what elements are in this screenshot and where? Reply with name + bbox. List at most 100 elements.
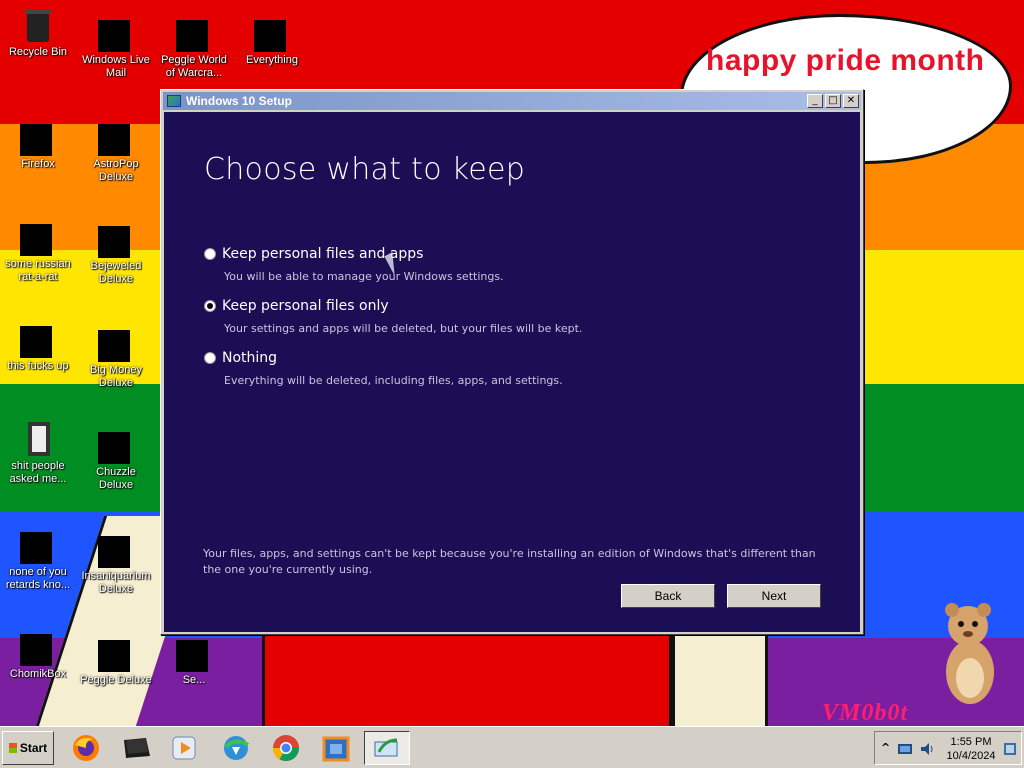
desktop-icon-peggle-world[interactable]: Peggle World of Warcra... <box>156 14 232 80</box>
desktop-icon-this-fucks-up[interactable]: this fucks up <box>0 320 76 373</box>
astropop-icon <box>98 118 134 156</box>
redaction-block <box>20 532 52 564</box>
tray-clock[interactable]: 1:55 PM 10/4/2024 <box>941 735 1001 763</box>
window-titlebar[interactable]: Windows 10 Setup _ □ ✕ <box>163 92 861 110</box>
app-icon <box>20 526 56 564</box>
redaction-block <box>98 640 130 672</box>
window-controls: _ □ ✕ <box>807 94 859 108</box>
windows-setup-icon <box>167 95 181 107</box>
volume-icon[interactable] <box>919 741 935 757</box>
desktop-icon-label: Insaniquarium Deluxe <box>81 570 151 595</box>
peggle-icon <box>176 14 212 52</box>
desktop-icon-astropop[interactable]: AstroPop Deluxe <box>78 118 154 184</box>
desktop-icon-none-of-you[interactable]: none of you retards kno... <box>0 526 76 592</box>
page-title: Choose what to keep <box>204 152 526 187</box>
hamster-image <box>945 603 994 704</box>
setup-content: Choose what to keep Keep personal files … <box>164 112 860 632</box>
radio-keep-files-only[interactable] <box>204 300 216 312</box>
radio-nothing[interactable] <box>204 352 216 364</box>
desktop-icon-label: Recycle Bin <box>8 46 68 58</box>
option-description: Everything will be deleted, including fi… <box>224 374 563 387</box>
desktop-icon-firefox[interactable]: Firefox <box>0 118 76 171</box>
desktop-icon-label: AstroPop Deluxe <box>93 158 139 183</box>
desktop-icon-label: Peggle World of Warcra... <box>161 54 227 79</box>
desktop-icon-windows-live-mail[interactable]: Windows Live Mail <box>78 14 154 80</box>
redaction-block <box>176 640 208 672</box>
show-desktop-icon[interactable] <box>1003 741 1017 757</box>
recycle-bin-icon <box>20 6 56 42</box>
app-icon <box>176 634 212 672</box>
firefox-icon <box>73 735 99 761</box>
desktop-icon-chuzzle[interactable]: Chuzzle Deluxe <box>78 426 154 492</box>
virtualbox-icon <box>322 736 350 762</box>
desktop-icon-bejeweled[interactable]: Bejeweled Deluxe <box>78 220 154 286</box>
taskbar-terminal[interactable] <box>116 731 156 765</box>
desktop-icon-label: Windows Live Mail <box>82 54 150 79</box>
next-button[interactable]: Next <box>727 584 821 608</box>
taskbar: Start ^ 1:55 PM 10/4/2024 <box>0 726 1024 768</box>
redaction-block <box>98 536 130 568</box>
peggle-icon <box>98 634 134 672</box>
money-bag-icon <box>98 324 134 362</box>
desktop-icon-insaniquarium[interactable]: Insaniquarium Deluxe <box>78 530 154 596</box>
windows-stack-icon <box>20 320 56 358</box>
network-icon[interactable] <box>897 742 913 756</box>
desktop-icon-chomikbox[interactable]: ChomikBox <box>0 628 76 681</box>
redaction-block <box>20 326 52 358</box>
drawn-shape-right <box>672 632 768 726</box>
maximize-button[interactable]: □ <box>825 94 841 108</box>
back-button[interactable]: Back <box>621 584 715 608</box>
taskbar-media-player[interactable] <box>164 731 204 765</box>
fish-icon <box>98 530 134 568</box>
terminal-icon <box>124 738 150 758</box>
desktop-icon-label: Everything <box>246 54 298 66</box>
desktop-icon-shit-people-asked[interactable]: shit people asked me... <box>0 420 76 486</box>
edition-warning-note: Your files, apps, and settings can't be … <box>203 547 816 576</box>
app-icon <box>20 218 56 256</box>
redaction-block <box>98 226 130 258</box>
window-title: Windows 10 Setup <box>186 94 292 108</box>
speech-bubble-text: happy pride month <box>706 44 985 77</box>
close-button[interactable]: ✕ <box>843 94 859 108</box>
redaction-block <box>254 20 286 52</box>
redaction-block <box>98 330 130 362</box>
desktop-icon-russian-rat[interactable]: some russian rat-a-rat <box>0 218 76 284</box>
windows-setup-icon <box>374 738 398 757</box>
redaction-block <box>98 432 130 464</box>
taskbar-virtualbox[interactable] <box>316 731 356 765</box>
desktop-icon-label: some russian rat-a-rat <box>5 258 71 283</box>
mail-icon <box>98 14 134 52</box>
chomikbox-icon <box>20 628 56 666</box>
desktop-icon-everything[interactable]: Everything <box>234 14 310 67</box>
desktop-icon-label: Chuzzle Deluxe <box>96 466 136 491</box>
minimize-button[interactable]: _ <box>807 94 823 108</box>
taskbar-chrome[interactable] <box>266 731 306 765</box>
taskbar-windows-setup[interactable] <box>364 731 410 765</box>
redaction-block <box>176 20 208 52</box>
system-tray: ^ 1:55 PM 10/4/2024 <box>874 731 1022 765</box>
desktop-icon-recycle-bin[interactable]: Recycle Bin <box>0 6 76 59</box>
watermark-text: VM0b0t <box>822 700 909 726</box>
taskbar-download-manager[interactable] <box>216 731 256 765</box>
start-button[interactable]: Start <box>2 731 54 765</box>
document-icon <box>20 420 56 456</box>
firefox-icon <box>20 118 56 156</box>
radio-keep-files-and-apps[interactable] <box>204 248 216 260</box>
redaction-block <box>20 124 52 156</box>
tray-expand-button[interactable]: ^ <box>881 741 890 754</box>
desktop-icon-label: Big Money Deluxe <box>90 364 142 389</box>
desktop-icon-se[interactable]: Se... <box>156 634 232 687</box>
chrome-icon <box>272 735 300 762</box>
option-label: Keep personal files only <box>222 298 389 314</box>
setup-window: Windows 10 Setup _ □ ✕ Choose what to ke… <box>160 89 864 635</box>
start-label: Start <box>19 741 48 755</box>
download-manager-icon <box>224 736 250 760</box>
taskbar-firefox[interactable] <box>66 731 106 765</box>
redaction-block <box>98 124 130 156</box>
desktop-icon-label: shit people asked me... <box>9 460 67 485</box>
drawn-shape-red <box>262 632 672 726</box>
desktop-icon-label: Se... <box>182 674 206 686</box>
desktop-icon-big-money[interactable]: Big Money Deluxe <box>78 324 154 390</box>
search-app-icon <box>254 14 290 52</box>
desktop-icon-peggle-deluxe[interactable]: Peggle Deluxe <box>78 634 154 687</box>
